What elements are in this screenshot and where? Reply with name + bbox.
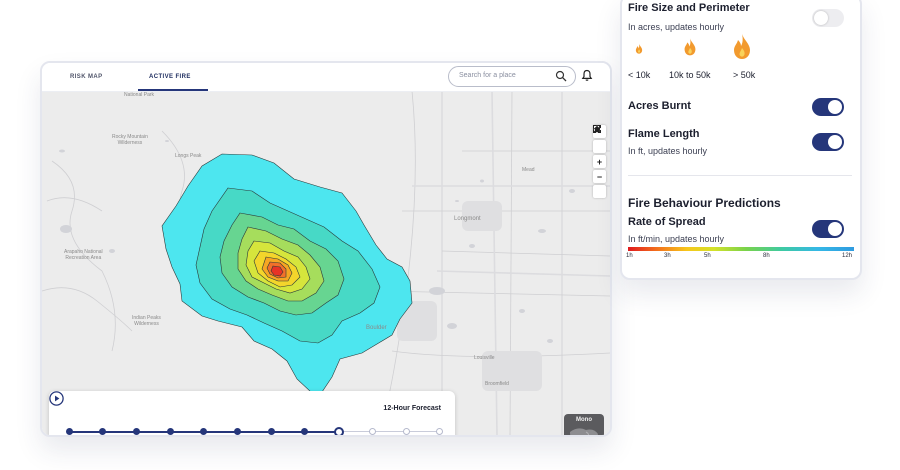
map-label-mead: Mead	[522, 167, 535, 173]
scale-label-8h: 8h	[763, 253, 770, 259]
timeline-tick[interactable]	[234, 428, 241, 435]
home-icon	[593, 125, 601, 133]
timeline-tick[interactable]	[368, 428, 376, 435]
tab-active-fire[interactable]: ACTIVE FIRE	[149, 74, 191, 80]
zoom-out-button[interactable]: −	[593, 170, 606, 183]
timeline-tick[interactable]	[132, 428, 140, 435]
map-label-rocky-mountain: Rocky Mountain Wilderness	[112, 134, 148, 146]
map-label-arapaho: Arapaho National Recreation Area	[64, 249, 103, 261]
timeline-tick[interactable]	[65, 428, 73, 435]
scale-label-5h: 5h	[704, 253, 711, 259]
top-bar: RISK MAP ACTIVE FIRE Search for a place	[42, 63, 610, 92]
flame-length-subtitle: In ft, updates hourly	[628, 146, 708, 156]
map-label-boulder: Boulder	[366, 325, 387, 331]
rate-of-spread-toggle[interactable]	[812, 220, 844, 238]
map-label-louisville: Louisville	[474, 355, 495, 361]
map-label-longs-peak: Longs Peak	[175, 153, 202, 159]
scale-label-3h: 3h	[664, 253, 671, 259]
flame-length-toggle[interactable]	[812, 133, 844, 151]
rate-of-spread-scale	[628, 247, 854, 251]
fire-size-title: Fire Size and Perimeter	[628, 2, 750, 14]
fire-size-subtitle: In acres, updates hourly	[628, 22, 725, 32]
acres-burnt-toggle[interactable]	[812, 98, 844, 116]
tab-risk-map[interactable]: RISK MAP	[70, 74, 103, 80]
panel-divider	[628, 175, 852, 176]
map-label-broomfield: Broomfield	[485, 381, 509, 387]
basemap-label: Mono	[576, 417, 592, 423]
map-canvas[interactable]: National Park Rocky Mountain Wilderness …	[42, 91, 610, 435]
search-icon[interactable]	[555, 70, 567, 82]
timeline-tick[interactable]	[301, 428, 309, 435]
forecast-title: 12-Hour Forecast	[383, 405, 441, 412]
zoom-in-button[interactable]: +	[593, 155, 606, 168]
scale-label-1h: 1h	[626, 253, 633, 259]
acres-burnt-title: Acres Burnt	[628, 100, 691, 112]
layers-panel: Fire Size and Perimeter In acres, update…	[620, 0, 862, 280]
fire-size-toggle[interactable]	[812, 9, 844, 27]
flame-length-title: Flame Length	[628, 128, 700, 140]
forecast-timeline: 12-Hour Forecast 10 AM11 AM12 PM1 PM2 PM…	[49, 391, 455, 435]
legend-label-medium: 10k to 50k	[669, 70, 711, 80]
flame-small-icon	[635, 43, 643, 54]
rate-of-spread-title: Rate of Spread	[628, 216, 706, 228]
map-label-longmont: Longmont	[454, 216, 481, 222]
rate-of-spread-subtitle: In ft/min, updates hourly	[628, 234, 725, 244]
fullscreen-button[interactable]	[593, 125, 606, 153]
timeline-remaining	[341, 431, 441, 432]
play-icon[interactable]	[49, 391, 64, 406]
flame-large-icon	[734, 34, 750, 59]
timeline-tick[interactable]	[267, 428, 275, 435]
timeline-tick[interactable]	[333, 427, 344, 435]
map-label-national-park: National Park	[124, 92, 155, 98]
timeline-tick[interactable]	[200, 428, 208, 435]
legend-label-large: > 50k	[733, 70, 756, 80]
search-placeholder: Search for a place	[459, 72, 516, 79]
legend-label-small: < 10k	[628, 70, 651, 80]
active-tab-indicator	[138, 89, 208, 91]
flame-medium-icon	[684, 38, 696, 56]
map-controls: + −	[593, 125, 606, 198]
home-button[interactable]	[593, 125, 606, 198]
timeline-tick[interactable]	[402, 428, 410, 435]
timeline-tick[interactable]	[166, 428, 174, 435]
basemap-switcher[interactable]: Mono	[564, 414, 604, 435]
timeline-tick[interactable]	[99, 428, 107, 435]
map-app-window: RISK MAP ACTIVE FIRE Search for a place	[40, 61, 612, 437]
bell-icon[interactable]	[581, 69, 593, 82]
map-label-indian-peaks: Indian Peaks Wilderness	[132, 315, 161, 327]
fire-behaviour-heading: Fire Behaviour Predictions	[628, 196, 781, 210]
scale-label-12h: 12h	[842, 253, 853, 259]
timeline-tick[interactable]	[436, 428, 444, 435]
search-input[interactable]: Search for a place	[448, 66, 576, 87]
